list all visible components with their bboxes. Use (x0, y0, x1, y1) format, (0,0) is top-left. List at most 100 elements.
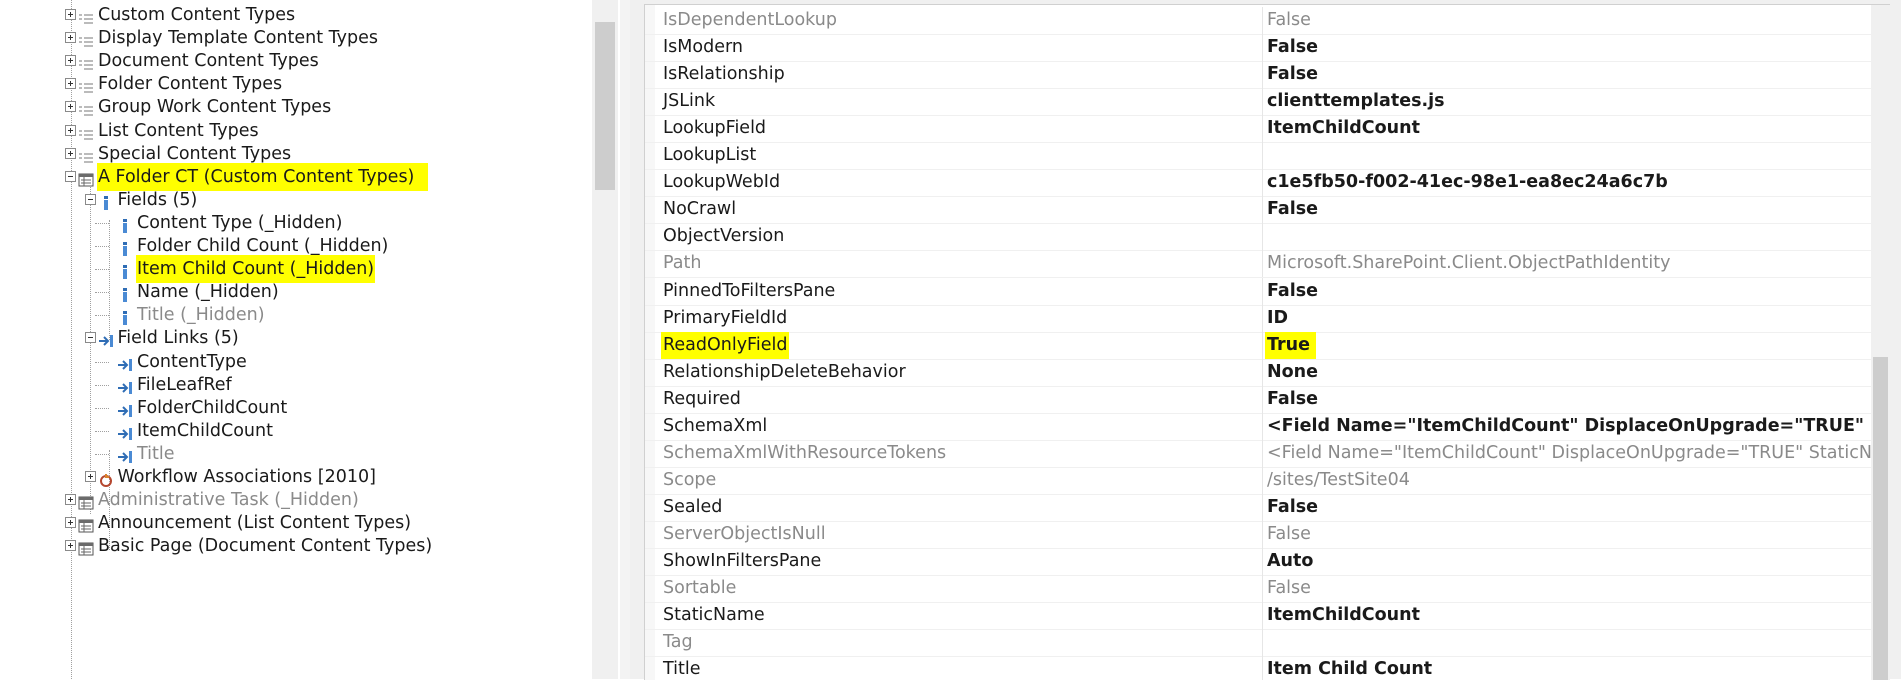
property-row[interactable]: ReadOnlyField True (645, 331, 1871, 360)
expand-icon[interactable] (65, 494, 76, 506)
property-row[interactable]: Tag (645, 629, 1871, 658)
property-name: PinnedToFiltersPane (663, 280, 836, 301)
tree-scrollbar[interactable] (592, 0, 618, 679)
property-row[interactable]: Title Item Child Count (645, 656, 1871, 680)
property-row[interactable]: IsRelationship False (645, 61, 1871, 90)
field-icon (98, 192, 114, 210)
property-value[interactable]: ItemChildCount (1265, 602, 1422, 629)
property-row[interactable]: StaticName ItemChildCount (645, 602, 1871, 631)
property-row[interactable]: LookupField ItemChildCount (645, 115, 1871, 144)
expand-icon[interactable] (65, 55, 76, 67)
column-separator (1262, 466, 1263, 494)
content-type-group-icon (78, 7, 94, 24)
column-separator (1262, 358, 1263, 386)
property-value[interactable]: ItemChildCount (1265, 115, 1422, 142)
property-value[interactable]: <Field Name="ItemChildCount" DisplaceOnU… (1265, 413, 1890, 440)
collapse-icon[interactable] (84, 193, 96, 205)
tree-connector (95, 315, 109, 317)
column-separator (1262, 493, 1263, 521)
property-value[interactable]: False (1265, 34, 1320, 61)
property-name: LookupWebId (663, 172, 781, 193)
property-value[interactable]: False (1265, 278, 1320, 305)
property-row[interactable]: Required False (645, 385, 1871, 414)
column-separator (1262, 115, 1263, 143)
expand-icon[interactable] (65, 124, 76, 136)
property-value[interactable]: False (1265, 494, 1320, 521)
property-row[interactable]: SchemaXmlWithResourceTokens <Field Name="… (645, 439, 1890, 468)
property-value[interactable]: False (1265, 196, 1320, 223)
column-separator (1262, 7, 1263, 34)
property-row[interactable]: RelationshipDeleteBehavior None (645, 358, 1871, 387)
tree-item[interactable]: Basic Page (Document Content Types) (0, 532, 590, 560)
property-value[interactable]: clienttemplates.js (1265, 88, 1447, 115)
tree-connector (95, 453, 109, 455)
property-row[interactable]: Sealed False (645, 493, 1871, 522)
property-value[interactable]: Item Child Count (1265, 656, 1434, 680)
column-separator (1262, 61, 1263, 89)
property-row[interactable]: SchemaXml <Field Name="ItemChildCount" Di… (645, 412, 1890, 441)
pane-splitter[interactable] (620, 0, 630, 679)
tree-scrollbar-thumb[interactable] (595, 22, 615, 190)
property-row[interactable]: IsModern False (645, 34, 1871, 63)
property-row[interactable]: Scope/sites/TestSite04 (645, 466, 1871, 495)
expand-icon[interactable] (65, 147, 76, 159)
property-name: SchemaXml (663, 415, 768, 436)
tree-connector (95, 361, 109, 363)
property-name: Tag (663, 632, 693, 653)
property-grid-scrollbar[interactable] (1871, 5, 1890, 680)
property-value[interactable]: True (1265, 331, 1316, 359)
property-row[interactable]: IsDependentLookup False (645, 7, 1871, 35)
property-value[interactable]: <Field Name="ItemChildCount" DisplaceOnU… (1265, 440, 1890, 467)
property-row[interactable]: ObjectVersion (645, 223, 1871, 252)
property-value[interactable]: /sites/TestSite04 (1265, 467, 1412, 494)
field-icon (117, 307, 133, 326)
collapse-icon[interactable] (65, 170, 76, 182)
property-row[interactable]: Path Microsoft.SharePoint.Client.ObjectPa… (645, 250, 1871, 279)
property-name: NoCrawl (663, 199, 737, 220)
property-value[interactable]: Microsoft.SharePoint.Client.ObjectPathId… (1265, 250, 1672, 277)
expand-icon[interactable] (84, 471, 96, 482)
property-name: Title (663, 659, 701, 680)
property-name: ShowInFiltersPane (663, 551, 822, 571)
collapse-icon[interactable] (84, 332, 96, 344)
property-value[interactable]: False (1265, 7, 1313, 34)
property-row[interactable]: NoCrawl False (645, 196, 1871, 225)
tree-connector (95, 222, 109, 224)
expand-icon[interactable] (65, 9, 76, 20)
column-separator (1262, 196, 1263, 224)
property-value[interactable]: None (1265, 359, 1320, 386)
property-row[interactable]: Sortable False (645, 575, 1871, 604)
field-icon (117, 261, 133, 280)
property-value[interactable]: False (1265, 386, 1320, 413)
expand-icon[interactable] (65, 78, 76, 90)
expand-icon[interactable] (65, 32, 76, 44)
content-type-group-icon (78, 99, 94, 116)
property-value[interactable]: False (1265, 521, 1313, 548)
expand-icon[interactable] (65, 101, 76, 113)
content-type-group-icon (78, 76, 94, 93)
column-separator (1262, 34, 1263, 62)
property-value[interactable]: False (1265, 575, 1313, 602)
property-name: JSLink (663, 91, 716, 112)
content-type-icon (78, 492, 94, 510)
property-value[interactable]: c1e5fb50-f002-41ec-98e1-ea8ec24a6c7b (1265, 169, 1670, 196)
property-row[interactable]: ServerObjectIsNull False (645, 520, 1871, 549)
expand-icon[interactable] (65, 517, 76, 529)
column-separator (1262, 520, 1263, 548)
property-row[interactable]: PinnedToFiltersPane False (645, 277, 1871, 306)
property-name: Path (663, 253, 702, 274)
expand-icon[interactable] (65, 540, 76, 552)
property-row[interactable]: LookupWebId c1e5fb50-f002-41ec-98e1-ea8ec… (645, 169, 1871, 198)
property-row[interactable]: LookupList (645, 142, 1871, 171)
property-grid-scrollbar-thumb[interactable] (1873, 357, 1888, 680)
property-name: Sealed (663, 496, 723, 517)
property-row[interactable]: JSLink clienttemplates.js (645, 88, 1871, 117)
field-link-icon (98, 330, 114, 348)
content-type-group-icon (78, 146, 94, 163)
property-value[interactable]: False (1265, 61, 1320, 88)
workflow-icon (98, 469, 114, 487)
property-value[interactable]: ID (1265, 305, 1290, 332)
property-value[interactable]: Auto (1265, 548, 1315, 575)
property-row[interactable]: ShowInFiltersPane Auto (645, 548, 1871, 576)
property-row[interactable]: PrimaryFieldId ID (645, 304, 1871, 333)
